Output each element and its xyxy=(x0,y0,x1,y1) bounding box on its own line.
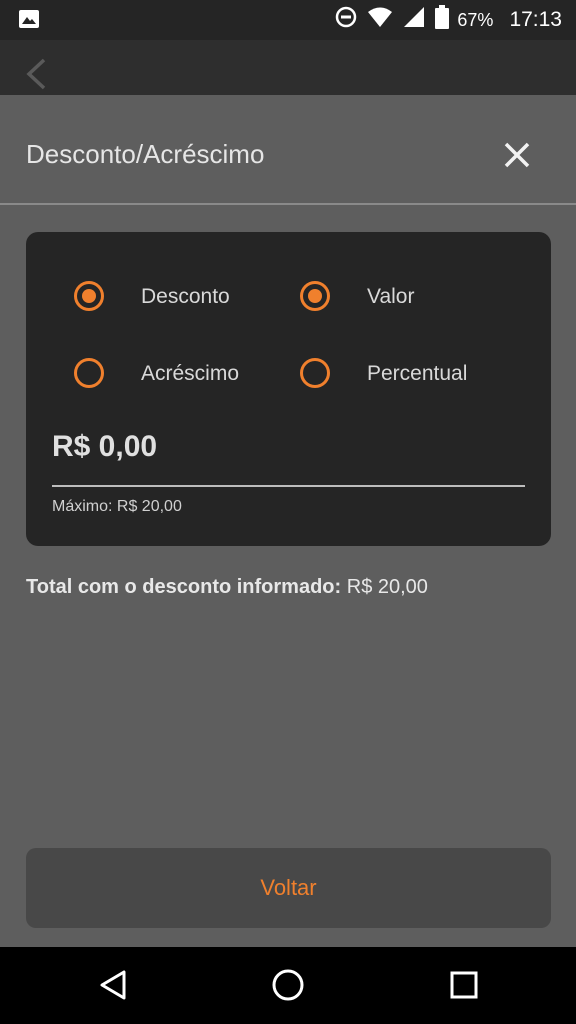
wifi-icon xyxy=(367,6,393,34)
max-value-hint: Máximo: R$ 20,00 xyxy=(52,498,182,515)
radio-acrescimo[interactable] xyxy=(74,358,104,388)
app-bar xyxy=(0,40,576,95)
radio-label-desconto[interactable]: Desconto xyxy=(141,285,230,309)
radio-label-percentual[interactable]: Percentual xyxy=(367,362,467,386)
home-circle-icon[interactable] xyxy=(271,968,305,1007)
chevron-left-icon[interactable] xyxy=(24,58,48,95)
signal-icon xyxy=(403,6,425,34)
total-summary: Total com o desconto informado: R$ 20,00 xyxy=(26,576,428,599)
clock: 17:13 xyxy=(509,8,562,31)
discount-card: Desconto Valor Acréscimo Percentual R$ 0… xyxy=(26,232,551,546)
recents-square-icon[interactable] xyxy=(450,971,478,1004)
total-label: Total com o desconto informado: xyxy=(26,576,342,598)
sheet-header: Desconto/Acréscimo xyxy=(0,95,576,205)
total-value: R$ 20,00 xyxy=(346,576,428,598)
battery-percent: 67% xyxy=(457,9,494,30)
navigation-bar xyxy=(0,947,576,1024)
radio-valor[interactable] xyxy=(300,281,330,311)
image-icon xyxy=(18,9,40,34)
radio-label-valor[interactable]: Valor xyxy=(367,285,414,309)
amount-underline xyxy=(52,485,525,487)
radio-desconto[interactable] xyxy=(74,281,104,311)
discount-sheet: Desconto/Acréscimo Desconto Valor Acrésc… xyxy=(0,95,576,947)
status-bar: 67% 17:13 xyxy=(0,0,576,40)
back-button[interactable]: Voltar xyxy=(26,848,551,928)
amount-input[interactable]: R$ 0,00 xyxy=(52,430,157,464)
battery-icon xyxy=(435,5,450,35)
sheet-title: Desconto/Acréscimo xyxy=(26,139,265,169)
radio-label-acrescimo[interactable]: Acréscimo xyxy=(141,362,239,386)
radio-percentual[interactable] xyxy=(300,358,330,388)
close-icon[interactable] xyxy=(500,138,534,172)
back-triangle-icon[interactable] xyxy=(98,969,128,1006)
do-not-disturb-icon xyxy=(335,6,357,34)
